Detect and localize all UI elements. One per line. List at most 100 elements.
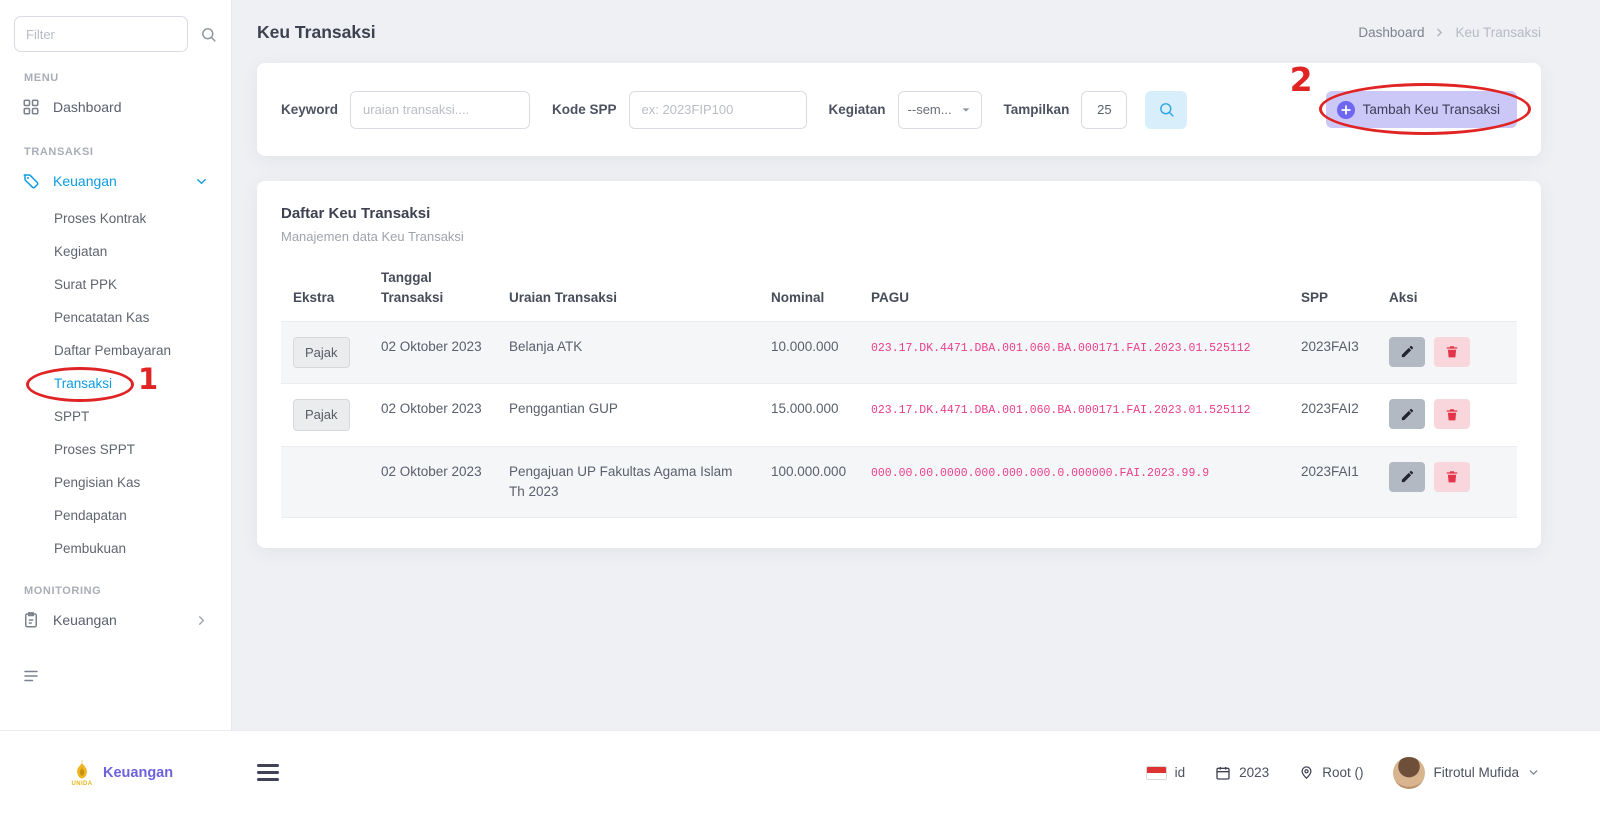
cell-spp: 2023FAI2 <box>1289 384 1377 447</box>
cell-nominal: 100.000.000 <box>759 446 859 518</box>
kode-spp-input[interactable] <box>629 91 807 129</box>
table-header-row: Ekstra Tanggal Transaksi Uraian Transaks… <box>281 260 1517 321</box>
main-content: Keu Transaksi Dashboard Keu Transaksi Ke… <box>232 0 1600 730</box>
list-subtitle: Manajemen data Keu Transaksi <box>281 229 1517 244</box>
add-button-label: Tambah Keu Transaksi <box>1363 102 1500 117</box>
year-label: 2023 <box>1239 765 1269 780</box>
tampilkan-label: Tampilkan <box>1004 102 1070 117</box>
sidebar: MENU Dashboard TRANSAKSI Keuangan Proses… <box>0 0 232 730</box>
keyword-label: Keyword <box>281 102 338 117</box>
user-avatar <box>1393 757 1425 789</box>
delete-button[interactable] <box>1434 399 1470 429</box>
sidebar-item-proses-sppt[interactable]: Proses SPPT <box>14 433 217 466</box>
cell-tanggal: 02 Oktober 2023 <box>369 321 497 384</box>
footer-right-group: id 2023 Root () Fitrotul Mufida <box>1146 757 1540 789</box>
add-button-wrapper: Tambah Keu Transaksi 2 <box>1326 91 1517 128</box>
page-title: Keu Transaksi <box>257 22 376 43</box>
search-button[interactable] <box>1145 91 1187 129</box>
cell-pagu: 000.00.00.0000.000.000.000.0.000000.FAI.… <box>871 467 1209 480</box>
user-name: Fitrotul Mufida <box>1433 765 1519 780</box>
cell-uraian: Pengajuan UP Fakultas Agama Islam Th 202… <box>497 446 759 518</box>
search-icon <box>200 26 217 43</box>
page-header: Keu Transaksi Dashboard Keu Transaksi <box>257 22 1541 43</box>
dashboard-icon <box>22 98 40 116</box>
sidebar-filter-input[interactable] <box>14 16 188 52</box>
clipboard-icon <box>22 611 40 629</box>
delete-button[interactable] <box>1434 337 1470 367</box>
cell-nominal: 10.000.000 <box>759 321 859 384</box>
sidebar-item-pendapatan[interactable]: Pendapatan <box>14 499 217 532</box>
sidebar-item-label: Keuangan <box>53 173 117 189</box>
status-badge: Pajak <box>293 399 350 431</box>
transactions-card: Daftar Keu Transaksi Manajemen data Keu … <box>257 181 1541 548</box>
column-header-pagu: PAGU <box>859 260 1289 321</box>
trash-icon <box>1445 344 1459 359</box>
keyword-input[interactable] <box>350 91 530 129</box>
menu-toggle-button[interactable] <box>257 764 279 781</box>
indonesia-flag-icon <box>1146 766 1167 780</box>
footer-bar: UNIDA Keuangan id 2023 Root () Fitrotul … <box>0 730 1600 814</box>
language-switcher[interactable]: id <box>1146 765 1186 780</box>
sidebar-item-daftar-pembayaran[interactable]: Daftar Pembayaran <box>14 334 217 367</box>
table-row: Pajak 02 Oktober 2023 Penggantian GUP 15… <box>281 384 1517 447</box>
annotation-number-1: 1 <box>138 362 158 396</box>
tag-icon <box>22 172 40 190</box>
cell-tanggal: 02 Oktober 2023 <box>369 446 497 518</box>
sidebar-item-surat-ppk[interactable]: Surat PPK <box>14 268 217 301</box>
sidebar-item-clipped[interactable] <box>14 657 217 695</box>
chevron-right-icon <box>1433 26 1446 39</box>
search-icon <box>1158 101 1175 118</box>
column-header-nominal: Nominal <box>759 260 859 321</box>
edit-button[interactable] <box>1389 337 1425 367</box>
sidebar-item-pembukuan[interactable]: Pembukuan <box>14 532 217 565</box>
status-badge: Pajak <box>293 337 350 369</box>
tampilkan-input[interactable] <box>1081 91 1127 129</box>
cell-uraian: Penggantian GUP <box>497 384 759 447</box>
column-header-aksi: Aksi <box>1377 260 1517 321</box>
sidebar-item-dashboard[interactable]: Dashboard <box>14 88 217 126</box>
sidebar-section-monitoring: MONITORING <box>24 585 217 597</box>
sidebar-item-monitoring-keuangan[interactable]: Keuangan <box>14 601 217 639</box>
cell-pagu: 023.17.DK.4471.DBA.001.060.BA.000171.FAI… <box>871 404 1251 417</box>
sidebar-item-label: Keuangan <box>53 612 117 628</box>
annotation-number-2: 2 <box>1290 60 1313 99</box>
trash-icon <box>1445 469 1459 484</box>
edit-button[interactable] <box>1389 399 1425 429</box>
sidebar-item-pengisian-kas[interactable]: Pengisian Kas <box>14 466 217 499</box>
brand[interactable]: UNIDA Keuangan <box>70 759 173 787</box>
cell-tanggal: 02 Oktober 2023 <box>369 384 497 447</box>
pencil-icon <box>1400 469 1415 484</box>
sidebar-item-pencatatan-kas[interactable]: Pencatatan Kas <box>14 301 217 334</box>
cell-spp: 2023FAI3 <box>1289 321 1377 384</box>
breadcrumb-current: Keu Transaksi <box>1455 25 1541 40</box>
location-pin-icon <box>1299 765 1314 780</box>
pencil-icon <box>1400 407 1415 422</box>
edit-button[interactable] <box>1389 462 1425 492</box>
sidebar-item-proses-kontrak[interactable]: Proses Kontrak <box>14 202 217 235</box>
kegiatan-select[interactable]: --sem... <box>898 91 982 129</box>
delete-button[interactable] <box>1434 462 1470 492</box>
pencil-icon <box>1400 344 1415 359</box>
chevron-down-icon <box>194 174 209 189</box>
brand-name: Keuangan <box>103 765 173 781</box>
sidebar-item-kegiatan[interactable]: Kegiatan <box>14 235 217 268</box>
list-icon <box>22 667 40 685</box>
plus-icon <box>1337 101 1355 119</box>
sidebar-section-transaksi: TRANSAKSI <box>24 146 217 158</box>
brand-logo-text: UNIDA <box>72 781 93 787</box>
table-row: 02 Oktober 2023 Pengajuan UP Fakultas Ag… <box>281 446 1517 518</box>
kode-spp-label: Kode SPP <box>552 102 617 117</box>
sidebar-item-sppt[interactable]: SPPT <box>14 400 217 433</box>
add-keu-transaksi-button[interactable]: Tambah Keu Transaksi <box>1326 91 1517 128</box>
scope-selector[interactable]: Root () <box>1299 765 1363 780</box>
sidebar-item-transaksi[interactable]: Transaksi 1 <box>14 367 217 400</box>
keuangan-submenu: Proses Kontrak Kegiatan Surat PPK Pencat… <box>14 202 217 565</box>
trash-icon <box>1445 407 1459 422</box>
filter-card: Keyword Kode SPP Kegiatan --sem... Tampi… <box>257 63 1541 156</box>
sidebar-item-keuangan[interactable]: Keuangan <box>14 162 217 200</box>
year-selector[interactable]: 2023 <box>1215 765 1269 781</box>
breadcrumb: Dashboard Keu Transaksi <box>1358 25 1541 40</box>
user-menu[interactable]: Fitrotul Mufida <box>1393 757 1540 789</box>
breadcrumb-dashboard[interactable]: Dashboard <box>1358 25 1424 40</box>
chevron-right-icon <box>194 613 209 628</box>
